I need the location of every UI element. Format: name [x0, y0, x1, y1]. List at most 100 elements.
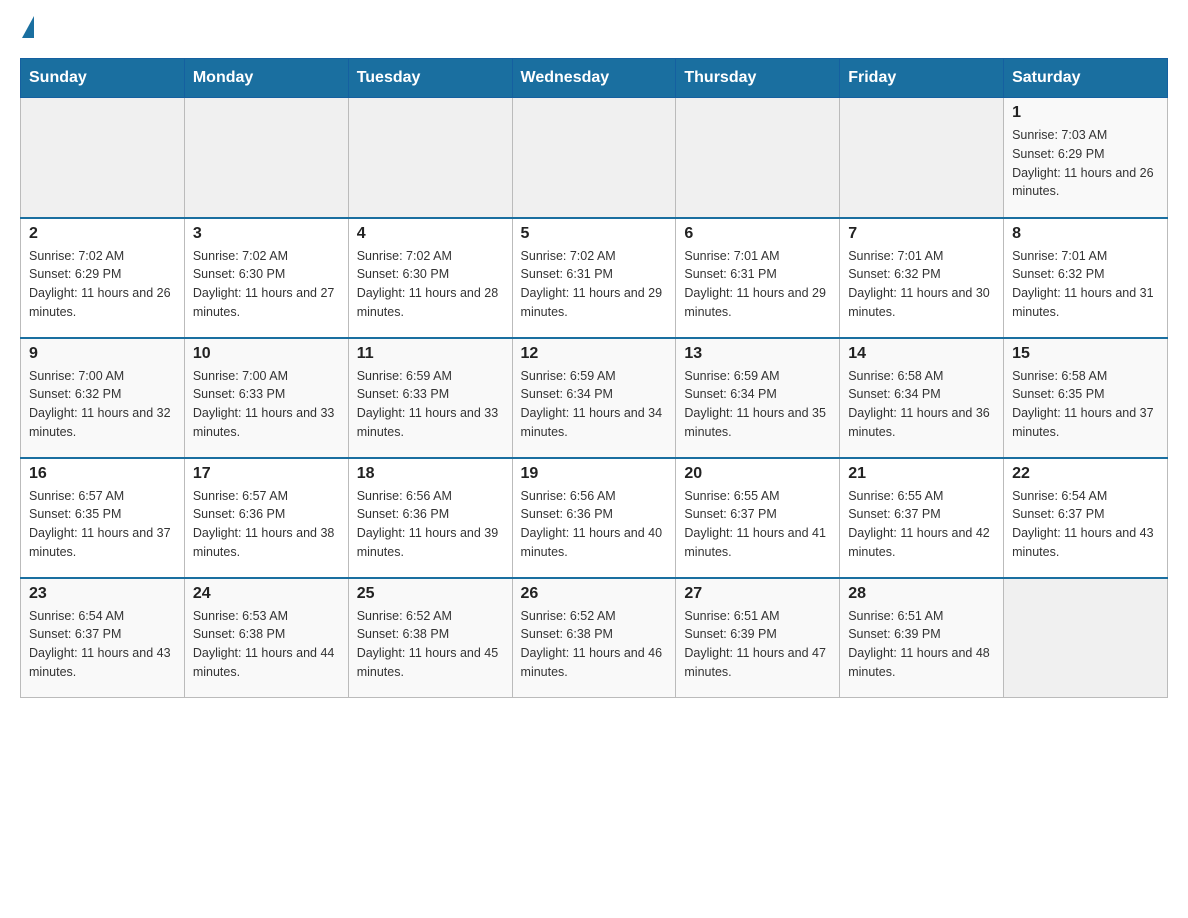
calendar-cell: 24Sunrise: 6:53 AMSunset: 6:38 PMDayligh… — [184, 578, 348, 698]
day-number: 4 — [357, 225, 504, 243]
day-info: Sunrise: 6:59 AMSunset: 6:33 PMDaylight:… — [357, 367, 504, 442]
calendar-cell: 22 Sunrise: 6:54 AMSunset: 6:37 PMDayligh… — [1004, 458, 1168, 578]
weekday-header-saturday: Saturday — [1004, 59, 1168, 98]
calendar-cell: 8 Sunrise: 7:01 AMSunset: 6:32 PMDaylight… — [1004, 218, 1168, 338]
day-number: 11 — [357, 345, 504, 363]
calendar-cell: 18 Sunrise: 6:56 AMSunset: 6:36 PMDayligh… — [348, 458, 512, 578]
calendar-cell: 17 Sunrise: 6:57 AMSunset: 6:36 PMDayligh… — [184, 458, 348, 578]
calendar-cell: 7 Sunrise: 7:01 AMSunset: 6:32 PMDaylight… — [840, 218, 1004, 338]
day-info: Sunrise: 7:01 AMSunset: 6:32 PMDaylight:… — [1012, 247, 1159, 322]
day-info: Sunrise: 6:57 AMSunset: 6:35 PMDaylight:… — [29, 487, 176, 562]
day-number: 21 — [848, 465, 995, 483]
logo — [20, 20, 34, 38]
calendar-table: SundayMondayTuesdayWednesdayThursdayFrid… — [20, 58, 1168, 698]
day-info: Sunrise: 6:58 AMSunset: 6:34 PMDaylight:… — [848, 367, 995, 442]
day-info: Sunrise: 7:01 AMSunset: 6:32 PMDaylight:… — [848, 247, 995, 322]
calendar-cell: 1 Sunrise: 7:03 AMSunset: 6:29 PMDaylight… — [1004, 98, 1168, 218]
day-number: 28 — [848, 585, 995, 603]
day-info: Sunrise: 6:57 AMSunset: 6:36 PMDaylight:… — [193, 487, 340, 562]
calendar-cell: 20 Sunrise: 6:55 AMSunset: 6:37 PMDayligh… — [676, 458, 840, 578]
calendar-cell — [21, 98, 185, 218]
day-info: Sunrise: 6:54 AMSunset: 6:37 PMDaylight:… — [29, 607, 176, 682]
day-info: Sunrise: 7:02 AMSunset: 6:30 PMDaylight:… — [193, 247, 340, 322]
day-number: 7 — [848, 225, 995, 243]
day-info: Sunrise: 6:55 AMSunset: 6:37 PMDaylight:… — [684, 487, 831, 562]
logo-triangle-icon — [22, 16, 34, 38]
calendar-week-4: 16Sunrise: 6:57 AMSunset: 6:35 PMDayligh… — [21, 458, 1168, 578]
calendar-week-5: 23 Sunrise: 6:54 AMSunset: 6:37 PMDayligh… — [21, 578, 1168, 698]
calendar-cell: 13 Sunrise: 6:59 AMSunset: 6:34 PMDayligh… — [676, 338, 840, 458]
day-number: 23 — [29, 585, 176, 603]
day-number: 26 — [521, 585, 668, 603]
day-info: Sunrise: 7:02 AMSunset: 6:31 PMDaylight:… — [521, 247, 668, 322]
calendar-week-2: 2 Sunrise: 7:02 AMSunset: 6:29 PMDaylight… — [21, 218, 1168, 338]
calendar-cell: 15Sunrise: 6:58 AMSunset: 6:35 PMDayligh… — [1004, 338, 1168, 458]
day-number: 12 — [521, 345, 668, 363]
day-info: Sunrise: 7:02 AMSunset: 6:29 PMDaylight:… — [29, 247, 176, 322]
day-info: Sunrise: 6:52 AMSunset: 6:38 PMDaylight:… — [357, 607, 504, 682]
weekday-header-row: SundayMondayTuesdayWednesdayThursdayFrid… — [21, 59, 1168, 98]
day-info: Sunrise: 6:54 AMSunset: 6:37 PMDaylight:… — [1012, 487, 1159, 562]
calendar-cell: 21 Sunrise: 6:55 AMSunset: 6:37 PMDayligh… — [840, 458, 1004, 578]
day-number: 6 — [684, 225, 831, 243]
calendar-cell: 27 Sunrise: 6:51 AMSunset: 6:39 PMDayligh… — [676, 578, 840, 698]
day-number: 8 — [1012, 225, 1159, 243]
day-number: 2 — [29, 225, 176, 243]
calendar-cell: 26 Sunrise: 6:52 AMSunset: 6:38 PMDayligh… — [512, 578, 676, 698]
day-number: 13 — [684, 345, 831, 363]
weekday-header-wednesday: Wednesday — [512, 59, 676, 98]
calendar-week-1: 1 Sunrise: 7:03 AMSunset: 6:29 PMDaylight… — [21, 98, 1168, 218]
day-info: Sunrise: 6:56 AMSunset: 6:36 PMDaylight:… — [357, 487, 504, 562]
day-number: 27 — [684, 585, 831, 603]
day-info: Sunrise: 6:53 AMSunset: 6:38 PMDaylight:… — [193, 607, 340, 682]
day-info: Sunrise: 6:55 AMSunset: 6:37 PMDaylight:… — [848, 487, 995, 562]
calendar-cell: 5 Sunrise: 7:02 AMSunset: 6:31 PMDaylight… — [512, 218, 676, 338]
calendar-cell: 3 Sunrise: 7:02 AMSunset: 6:30 PMDaylight… — [184, 218, 348, 338]
weekday-header-thursday: Thursday — [676, 59, 840, 98]
day-number: 3 — [193, 225, 340, 243]
calendar-cell: 25Sunrise: 6:52 AMSunset: 6:38 PMDayligh… — [348, 578, 512, 698]
day-info: Sunrise: 7:01 AMSunset: 6:31 PMDaylight:… — [684, 247, 831, 322]
day-info: Sunrise: 6:52 AMSunset: 6:38 PMDaylight:… — [521, 607, 668, 682]
calendar-cell — [1004, 578, 1168, 698]
day-number: 22 — [1012, 465, 1159, 483]
weekday-header-monday: Monday — [184, 59, 348, 98]
calendar-cell: 12 Sunrise: 6:59 AMSunset: 6:34 PMDayligh… — [512, 338, 676, 458]
weekday-header-sunday: Sunday — [21, 59, 185, 98]
day-number: 18 — [357, 465, 504, 483]
calendar-cell: 9 Sunrise: 7:00 AMSunset: 6:32 PMDaylight… — [21, 338, 185, 458]
calendar-cell — [184, 98, 348, 218]
day-info: Sunrise: 7:00 AMSunset: 6:32 PMDaylight:… — [29, 367, 176, 442]
day-info: Sunrise: 6:51 AMSunset: 6:39 PMDaylight:… — [848, 607, 995, 682]
day-number: 14 — [848, 345, 995, 363]
day-info: Sunrise: 7:03 AMSunset: 6:29 PMDaylight:… — [1012, 126, 1159, 201]
day-info: Sunrise: 6:51 AMSunset: 6:39 PMDaylight:… — [684, 607, 831, 682]
calendar-week-3: 9 Sunrise: 7:00 AMSunset: 6:32 PMDaylight… — [21, 338, 1168, 458]
day-info: Sunrise: 6:59 AMSunset: 6:34 PMDaylight:… — [684, 367, 831, 442]
day-number: 19 — [521, 465, 668, 483]
calendar-cell: 14 Sunrise: 6:58 AMSunset: 6:34 PMDayligh… — [840, 338, 1004, 458]
day-number: 9 — [29, 345, 176, 363]
calendar-cell: 11 Sunrise: 6:59 AMSunset: 6:33 PMDayligh… — [348, 338, 512, 458]
calendar-cell: 19 Sunrise: 6:56 AMSunset: 6:36 PMDayligh… — [512, 458, 676, 578]
weekday-header-tuesday: Tuesday — [348, 59, 512, 98]
calendar-cell: 23 Sunrise: 6:54 AMSunset: 6:37 PMDayligh… — [21, 578, 185, 698]
calendar-cell — [348, 98, 512, 218]
day-info: Sunrise: 7:02 AMSunset: 6:30 PMDaylight:… — [357, 247, 504, 322]
day-number: 17 — [193, 465, 340, 483]
day-number: 20 — [684, 465, 831, 483]
day-info: Sunrise: 6:59 AMSunset: 6:34 PMDaylight:… — [521, 367, 668, 442]
day-number: 1 — [1012, 104, 1159, 122]
day-number: 5 — [521, 225, 668, 243]
day-info: Sunrise: 6:56 AMSunset: 6:36 PMDaylight:… — [521, 487, 668, 562]
calendar-cell: 10Sunrise: 7:00 AMSunset: 6:33 PMDayligh… — [184, 338, 348, 458]
calendar-cell — [676, 98, 840, 218]
calendar-cell: 6 Sunrise: 7:01 AMSunset: 6:31 PMDaylight… — [676, 218, 840, 338]
calendar-cell: 16Sunrise: 6:57 AMSunset: 6:35 PMDayligh… — [21, 458, 185, 578]
page-header — [20, 20, 1168, 38]
calendar-cell: 28 Sunrise: 6:51 AMSunset: 6:39 PMDayligh… — [840, 578, 1004, 698]
calendar-cell: 2 Sunrise: 7:02 AMSunset: 6:29 PMDaylight… — [21, 218, 185, 338]
day-info: Sunrise: 7:00 AMSunset: 6:33 PMDaylight:… — [193, 367, 340, 442]
calendar-cell — [512, 98, 676, 218]
day-info: Sunrise: 6:58 AMSunset: 6:35 PMDaylight:… — [1012, 367, 1159, 442]
